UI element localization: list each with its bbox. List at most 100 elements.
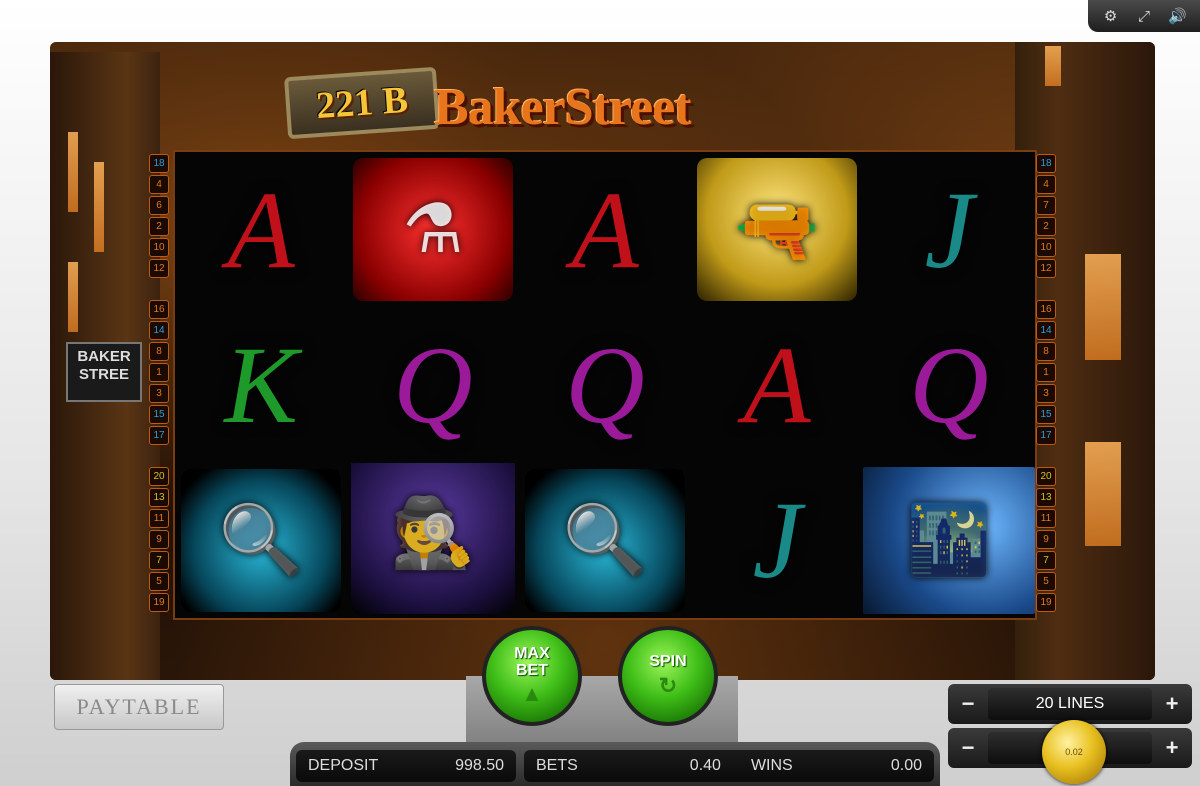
payline-indicator-left[interactable]: 14 bbox=[149, 321, 169, 340]
payline-indicator-left[interactable]: 1 bbox=[149, 363, 169, 382]
coin-value-chip[interactable]: 0.02 bbox=[1042, 720, 1106, 784]
payline-indicator-right[interactable]: 12 bbox=[1036, 259, 1056, 278]
refresh-arrow-icon: ↻ bbox=[658, 673, 678, 698]
payline-indicator-right[interactable]: 11 bbox=[1036, 509, 1056, 528]
payline-indicator-left[interactable]: 18 bbox=[149, 154, 169, 173]
payline-indicator-right[interactable]: 5 bbox=[1036, 572, 1056, 591]
payline-indicator-left[interactable]: 13 bbox=[149, 488, 169, 507]
payline-indicator-right[interactable]: 15 bbox=[1036, 405, 1056, 424]
payline-indicator-right[interactable]: 14 bbox=[1036, 321, 1056, 340]
reel-cell: 🔍 bbox=[519, 463, 691, 618]
payline-indicator-right[interactable]: 2 bbox=[1036, 217, 1056, 236]
payline-indicator-left[interactable]: 20 bbox=[149, 467, 169, 486]
spin-button[interactable]: SPIN ↻ bbox=[618, 626, 718, 726]
payline-indicator-left[interactable]: 16 bbox=[149, 300, 169, 319]
payline-indicators-right: 18 4 7 2 10 12 16 14 8 1 3 15 17 20 13 11 9 7 5 19 bbox=[1036, 154, 1056, 614]
payline-indicator-left[interactable]: 7 bbox=[149, 551, 169, 570]
game-window: BAKER STREE 221 B BakerStreet A ⚗ A 🔫 J K Q Q A Q… bbox=[50, 42, 1155, 680]
deposit-value: 998.50 bbox=[455, 757, 504, 774]
symbol-a: A bbox=[743, 323, 811, 446]
gun-symbol: 🔫 bbox=[697, 158, 857, 302]
symbol-a: A bbox=[571, 168, 639, 291]
reel-cell: J bbox=[691, 463, 863, 618]
bets-wins-field: BETS 0.40 WINS 0.00 bbox=[524, 750, 934, 782]
poison-symbol: ⚗ bbox=[353, 158, 513, 302]
payline-indicator-left[interactable]: 11 bbox=[149, 509, 169, 528]
fullscreen-icon[interactable]: ⤢ bbox=[1133, 8, 1155, 25]
payline-indicator-left[interactable]: 19 bbox=[149, 593, 169, 612]
reel-cell: A bbox=[691, 307, 863, 462]
sound-icon[interactable]: 🔊 bbox=[1166, 7, 1188, 25]
poison-icon: ⚗ bbox=[402, 191, 464, 268]
magnifier-icon: 🔍 bbox=[218, 502, 304, 579]
payline-indicator-left[interactable]: 5 bbox=[149, 572, 169, 591]
magnifier-icon: 🔍 bbox=[562, 502, 648, 579]
reel-cell: K bbox=[175, 307, 347, 462]
bet-plus-button[interactable]: + bbox=[1152, 735, 1192, 761]
max-bet-label: MAX BET bbox=[514, 645, 550, 679]
lines-minus-button[interactable]: − bbox=[948, 691, 988, 717]
payline-indicator-left[interactable]: 8 bbox=[149, 342, 169, 361]
symbol-q: Q bbox=[393, 323, 473, 446]
lines-stepper: − 20 LINES + bbox=[948, 684, 1192, 724]
reel-cell: 🕵 bbox=[347, 462, 519, 618]
reel-cell: A bbox=[175, 152, 347, 307]
payline-indicator-right[interactable]: 16 bbox=[1036, 300, 1056, 319]
gear-icon[interactable]: ⚙ bbox=[1100, 7, 1122, 25]
logo-plate-text: 221 B bbox=[314, 78, 410, 128]
payline-indicator-left[interactable]: 4 bbox=[149, 175, 169, 194]
payline-indicator-right[interactable]: 10 bbox=[1036, 238, 1056, 257]
payline-indicator-right[interactable]: 1 bbox=[1036, 363, 1056, 382]
reel-cell: Q bbox=[519, 307, 691, 462]
deposit-field: DEPOSIT 998.50 bbox=[296, 750, 516, 782]
payline-indicator-right[interactable]: 19 bbox=[1036, 593, 1056, 612]
payline-indicator-right[interactable]: 20 bbox=[1036, 467, 1056, 486]
spin-label: SPIN bbox=[649, 653, 687, 670]
payline-indicator-left[interactable]: 9 bbox=[149, 530, 169, 549]
payline-indicator-right[interactable]: 8 bbox=[1036, 342, 1056, 361]
symbol-a: A bbox=[227, 168, 295, 291]
symbol-j: J bbox=[752, 479, 802, 602]
symbol-q: Q bbox=[565, 323, 645, 446]
payline-indicator-right[interactable]: 9 bbox=[1036, 530, 1056, 549]
bets-label: BETS bbox=[536, 757, 578, 774]
reel-cell: A bbox=[519, 152, 691, 307]
deposit-label: DEPOSIT bbox=[308, 757, 379, 774]
street-sign: BAKER STREE bbox=[66, 342, 142, 402]
payline-indicator-left[interactable]: 6 bbox=[149, 196, 169, 215]
reel-area[interactable]: A ⚗ A 🔫 J K Q Q A Q 🔍 🕵 🔍 J 🌃 bbox=[173, 150, 1037, 620]
payline-indicator-left[interactable]: 2 bbox=[149, 217, 169, 236]
payline-indicator-right[interactable]: 17 bbox=[1036, 426, 1056, 445]
status-bar: DEPOSIT 998.50 BETS 0.40 WINS 0.00 bbox=[290, 742, 940, 786]
max-bet-button[interactable]: MAX BET ▲ bbox=[482, 626, 582, 726]
paytable-button[interactable]: PAYTABLE bbox=[54, 684, 224, 730]
reel-grid: A ⚗ A 🔫 J K Q Q A Q 🔍 🕵 🔍 J 🌃 bbox=[175, 152, 1035, 618]
payline-indicator-right[interactable]: 7 bbox=[1036, 196, 1056, 215]
detective-icon: 🕵 bbox=[390, 495, 476, 572]
payline-indicator-left[interactable]: 17 bbox=[149, 426, 169, 445]
magnifier-symbol: 🔍 bbox=[525, 468, 685, 612]
arrow-up-icon: ▲ bbox=[521, 681, 543, 706]
payline-indicators-left: 18 4 6 2 10 12 16 14 8 1 3 15 17 20 13 11 9 7 5 19 bbox=[149, 154, 169, 614]
top-toolbar: ⚙ ⤢ 🔊 bbox=[1088, 0, 1200, 32]
lines-display: 20 LINES bbox=[988, 688, 1152, 720]
payline-indicator-right[interactable]: 7 bbox=[1036, 551, 1056, 570]
payline-indicator-right[interactable]: 13 bbox=[1036, 488, 1056, 507]
reel-cell: J bbox=[863, 152, 1035, 307]
logo-plate: 221 B bbox=[284, 66, 440, 140]
night-street-icon: 🌃 bbox=[906, 502, 992, 579]
payline-indicator-right[interactable]: 18 bbox=[1036, 154, 1056, 173]
payline-indicator-right[interactable]: 3 bbox=[1036, 384, 1056, 403]
bet-minus-button[interactable]: − bbox=[948, 735, 988, 761]
payline-indicator-left[interactable]: 15 bbox=[149, 405, 169, 424]
lines-plus-button[interactable]: + bbox=[1152, 691, 1192, 717]
payline-indicator-left[interactable]: 3 bbox=[149, 384, 169, 403]
gun-icon: 🔫 bbox=[734, 191, 820, 268]
symbol-k: K bbox=[224, 323, 298, 446]
payline-indicator-right[interactable]: 4 bbox=[1036, 175, 1056, 194]
payline-indicator-left[interactable]: 12 bbox=[149, 259, 169, 278]
bets-value: 0.40 bbox=[689, 757, 721, 774]
symbol-q: Q bbox=[909, 323, 989, 446]
wins-value: 0.00 bbox=[890, 757, 922, 774]
payline-indicator-left[interactable]: 10 bbox=[149, 238, 169, 257]
